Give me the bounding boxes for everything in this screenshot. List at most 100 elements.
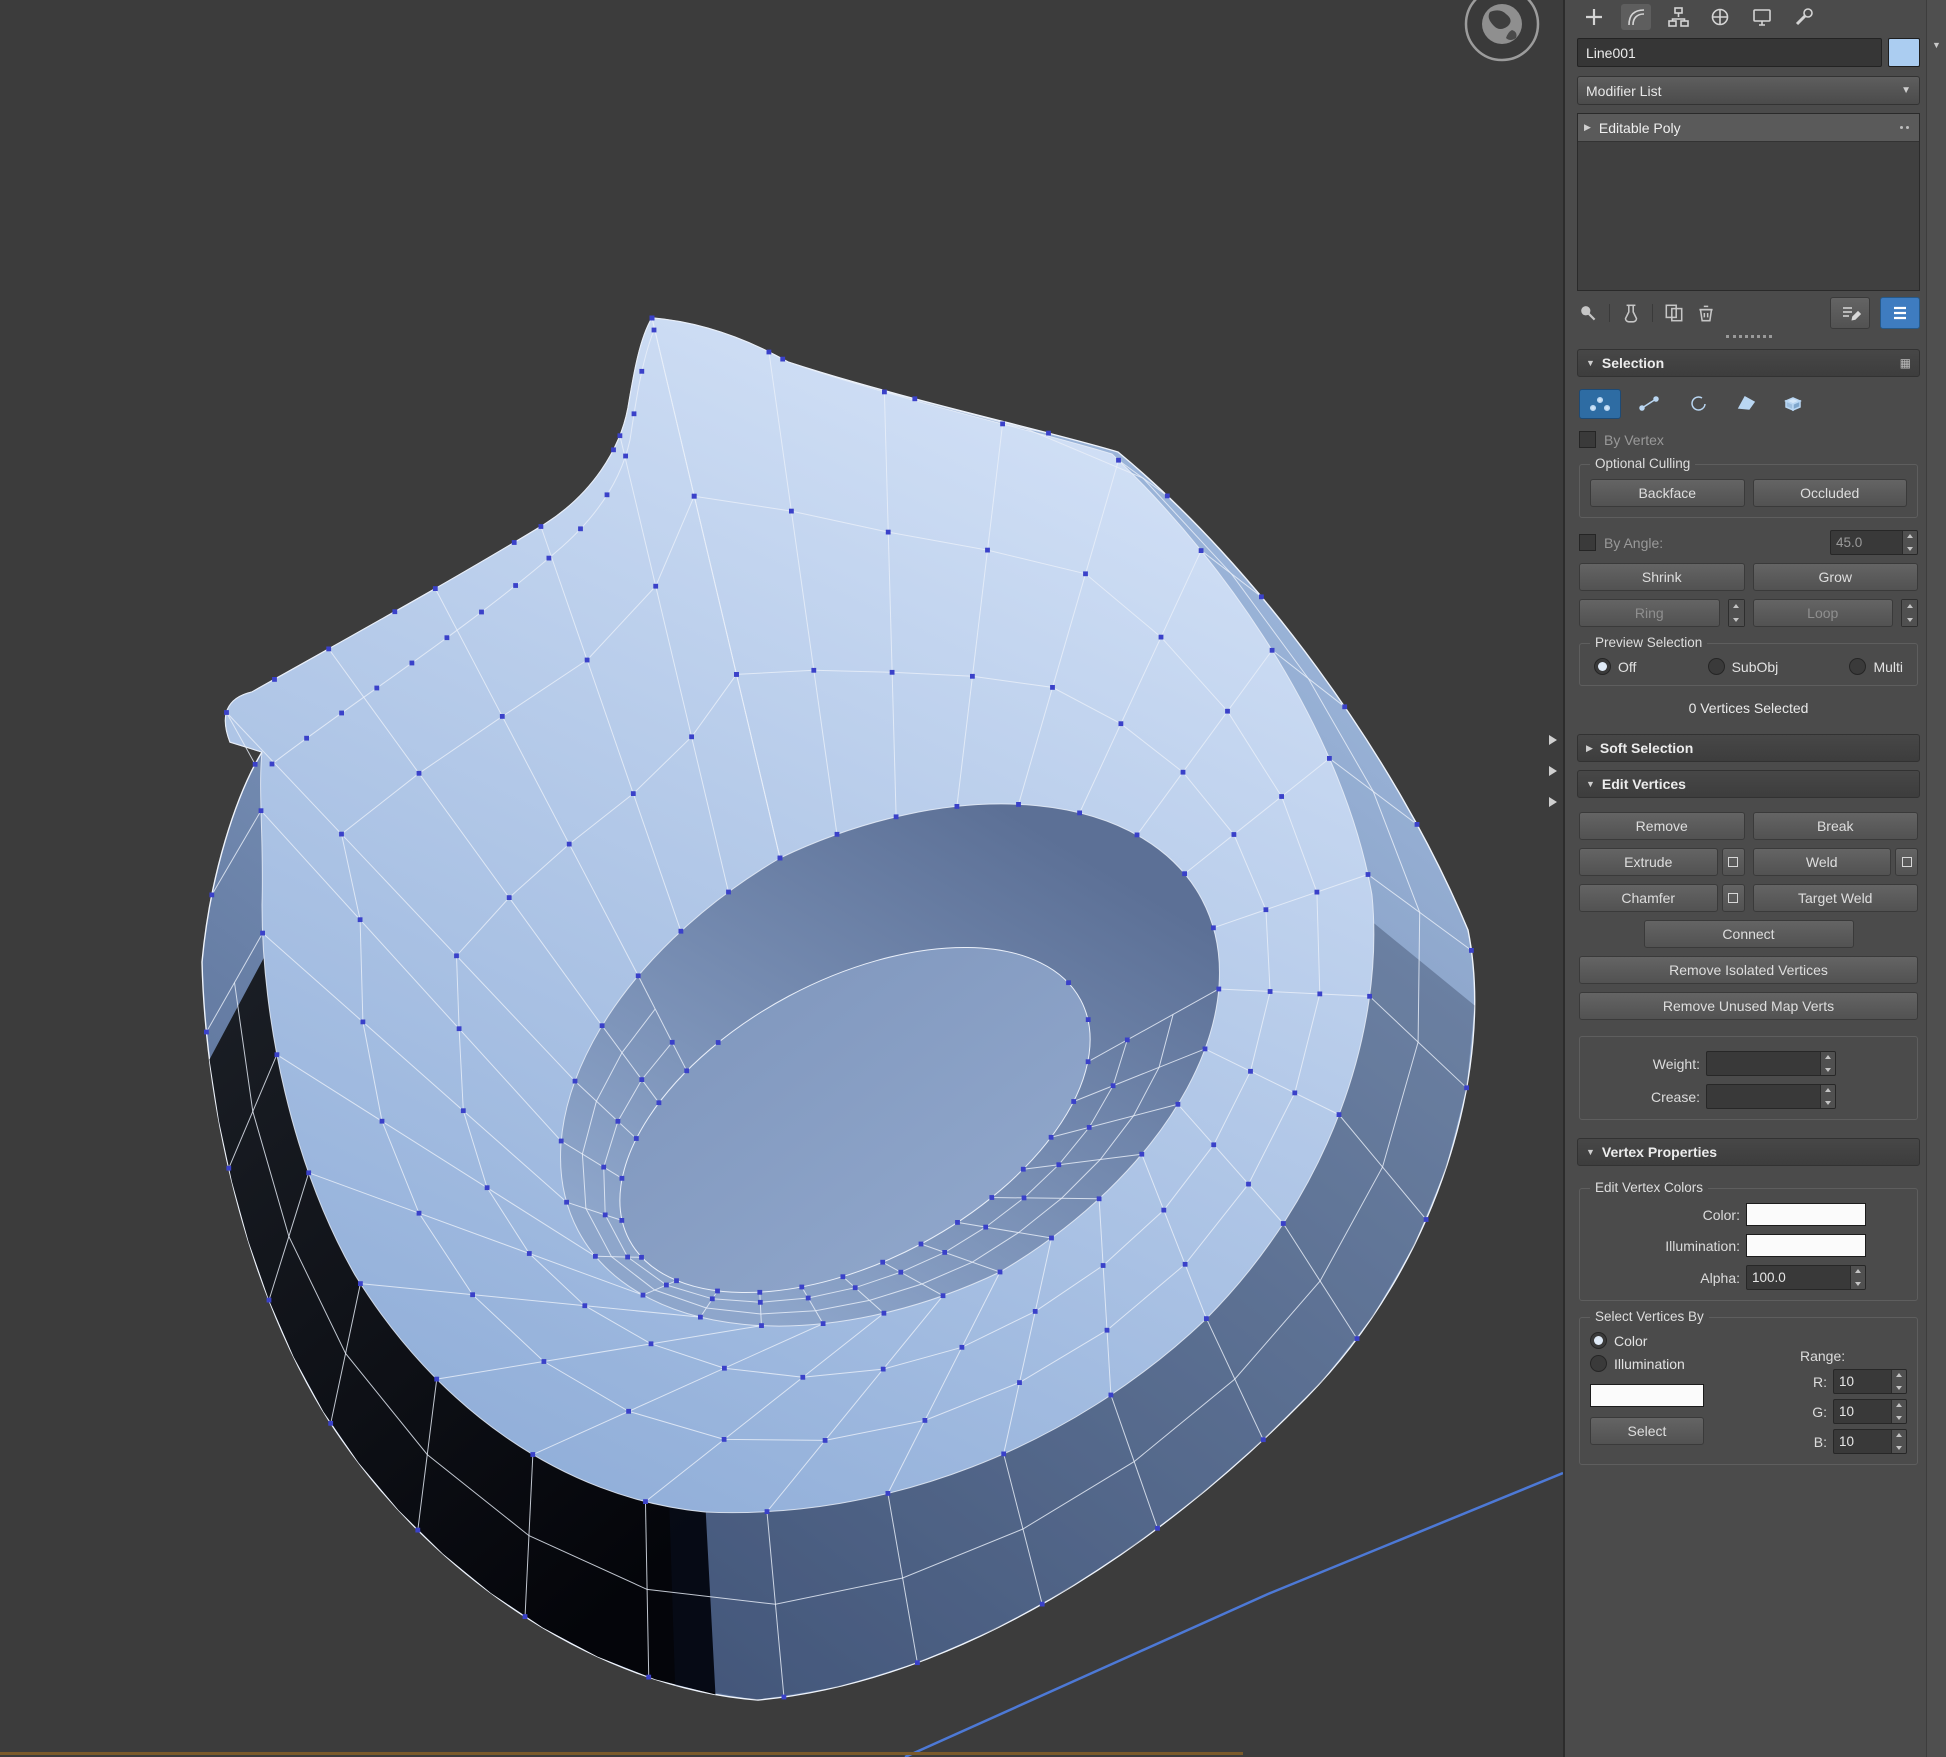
by-vertex-checkbox[interactable]	[1579, 431, 1596, 448]
select-by-color-swatch[interactable]	[1590, 1384, 1704, 1407]
panel-scroll-arrow[interactable]	[1549, 797, 1557, 807]
weight-field[interactable]	[1706, 1051, 1836, 1076]
rollout-selection-header[interactable]: ▼ Selection ▦	[1577, 349, 1920, 377]
remove-unused-map-verts-button[interactable]: Remove Unused Map Verts	[1579, 992, 1918, 1020]
chamfer-button[interactable]: Chamfer	[1579, 884, 1718, 912]
color-label: Color:	[1590, 1207, 1740, 1223]
shrink-button[interactable]: Shrink	[1579, 563, 1745, 591]
rollout-vertex-properties-header[interactable]: ▼ Vertex Properties	[1577, 1138, 1920, 1166]
preview-subobj-radio[interactable]	[1708, 658, 1725, 675]
tab-display[interactable]	[1747, 4, 1777, 30]
create-icon	[1583, 6, 1605, 28]
viewport-3d[interactable]	[0, 0, 1563, 1757]
weld-settings-button[interactable]	[1895, 848, 1918, 876]
rollout-soft-selection-header[interactable]: ▶ Soft Selection	[1577, 734, 1920, 762]
select-by-illumination-radio[interactable]	[1590, 1355, 1607, 1372]
mesh-object[interactable]	[202, 316, 1475, 1700]
trash-icon	[1695, 302, 1717, 324]
crease-field[interactable]	[1706, 1084, 1836, 1109]
range-g-spinner[interactable]	[1891, 1400, 1906, 1423]
subobject-element-button[interactable]	[1773, 389, 1813, 417]
break-button[interactable]: Break	[1753, 812, 1919, 840]
object-name-field[interactable]: Line001	[1577, 38, 1882, 67]
by-angle-field[interactable]: 45.0	[1830, 530, 1918, 555]
command-panel-tabs	[1577, 0, 1920, 32]
rollout-title: Soft Selection	[1600, 740, 1693, 756]
by-angle-value: 45.0	[1831, 531, 1902, 554]
vertex-color-swatch[interactable]	[1746, 1203, 1866, 1226]
ring-spinner[interactable]	[1728, 599, 1745, 627]
range-g-field[interactable]: 10	[1833, 1399, 1907, 1424]
range-b-label: B:	[1814, 1434, 1827, 1450]
collapse-icon: ▼	[1586, 358, 1595, 368]
test-tube-icon	[1620, 302, 1642, 324]
hierarchy-icon	[1667, 6, 1689, 28]
remove-isolated-vertices-button[interactable]: Remove Isolated Vertices	[1579, 956, 1918, 984]
extrude-button[interactable]: Extrude	[1579, 848, 1718, 876]
crease-spinner[interactable]	[1820, 1085, 1835, 1108]
expand-arrow-icon: ▶	[1584, 122, 1591, 133]
subobject-vertex-button[interactable]	[1579, 389, 1621, 419]
range-g-value: 10	[1834, 1400, 1891, 1423]
tab-modify[interactable]	[1621, 4, 1651, 30]
subobject-polygon-button[interactable]	[1725, 389, 1765, 417]
viewport-navigation-gizmo[interactable]	[1466, 0, 1538, 60]
rollout-edit-vertices-header[interactable]: ▼ Edit Vertices	[1577, 770, 1920, 798]
pin-icon	[1577, 302, 1599, 324]
grow-button[interactable]: Grow	[1753, 563, 1919, 591]
alpha-spinner[interactable]	[1850, 1266, 1865, 1289]
modifier-stack-toolbar	[1577, 297, 1920, 329]
tab-motion[interactable]	[1705, 4, 1735, 30]
connect-button[interactable]: Connect	[1644, 920, 1854, 948]
alpha-field[interactable]: 100.0	[1746, 1265, 1866, 1290]
make-unique-button[interactable]	[1663, 302, 1685, 324]
make-unique-icon	[1663, 302, 1685, 324]
preview-off-radio[interactable]	[1594, 658, 1611, 675]
tab-utilities[interactable]	[1789, 4, 1819, 30]
rollout-vertex-properties: ▼ Vertex Properties Edit Vertex Colors C…	[1577, 1138, 1920, 1475]
select-vertices-button[interactable]: Select	[1590, 1417, 1704, 1445]
loop-spinner[interactable]	[1901, 599, 1918, 627]
object-color-swatch[interactable]	[1888, 38, 1920, 67]
panel-scroll-arrow[interactable]	[1549, 735, 1557, 745]
range-r-field[interactable]: 10	[1833, 1369, 1907, 1394]
extrude-settings-button[interactable]	[1722, 848, 1745, 876]
remove-button[interactable]: Remove	[1579, 812, 1745, 840]
select-by-color-radio[interactable]	[1590, 1332, 1607, 1349]
modifier-sets-list-button[interactable]	[1880, 297, 1920, 329]
chamfer-settings-button[interactable]	[1722, 884, 1745, 912]
panel-drag-handle[interactable]	[1577, 331, 1920, 341]
preview-off-label: Off	[1618, 659, 1636, 675]
preview-multi-radio[interactable]	[1849, 658, 1866, 675]
pin-stack-button[interactable]	[1577, 302, 1599, 324]
tab-create[interactable]	[1579, 4, 1609, 30]
loop-button[interactable]: Loop	[1753, 599, 1894, 627]
target-weld-button[interactable]: Target Weld	[1753, 884, 1919, 912]
expand-icon: ▶	[1586, 743, 1593, 754]
edit-vertex-colors-group: Edit Vertex Colors Color: Illumination: …	[1579, 1188, 1918, 1301]
by-angle-spinner[interactable]	[1902, 531, 1917, 554]
panel-scroll-arrow[interactable]	[1549, 766, 1557, 776]
vertex-illumination-swatch[interactable]	[1746, 1234, 1866, 1257]
range-b-value: 10	[1834, 1430, 1891, 1453]
range-r-spinner[interactable]	[1891, 1370, 1906, 1393]
modifier-list-dropdown[interactable]: Modifier List ▼	[1577, 76, 1920, 105]
subobject-border-button[interactable]	[1677, 389, 1717, 417]
backface-button[interactable]: Backface	[1590, 479, 1745, 507]
occluded-button[interactable]: Occluded	[1753, 479, 1908, 507]
flyout-arrow-icon[interactable]: ▼	[1932, 40, 1941, 1757]
crease-value	[1707, 1085, 1820, 1108]
configure-modifier-sets-button[interactable]	[1830, 297, 1870, 329]
subobject-edge-button[interactable]	[1629, 389, 1669, 417]
ring-button[interactable]: Ring	[1579, 599, 1720, 627]
range-b-field[interactable]: 10	[1833, 1429, 1907, 1454]
by-angle-checkbox[interactable]	[1579, 534, 1596, 551]
weld-button[interactable]: Weld	[1753, 848, 1892, 876]
range-b-spinner[interactable]	[1891, 1430, 1906, 1453]
remove-modifier-button[interactable]	[1695, 302, 1717, 324]
select-by-color-label: Color	[1614, 1333, 1647, 1349]
weight-spinner[interactable]	[1820, 1052, 1835, 1075]
tab-hierarchy[interactable]	[1663, 4, 1693, 30]
show-end-result-button[interactable]	[1620, 302, 1642, 324]
modifier-stack-item[interactable]: ▶ Editable Poly	[1578, 114, 1919, 142]
